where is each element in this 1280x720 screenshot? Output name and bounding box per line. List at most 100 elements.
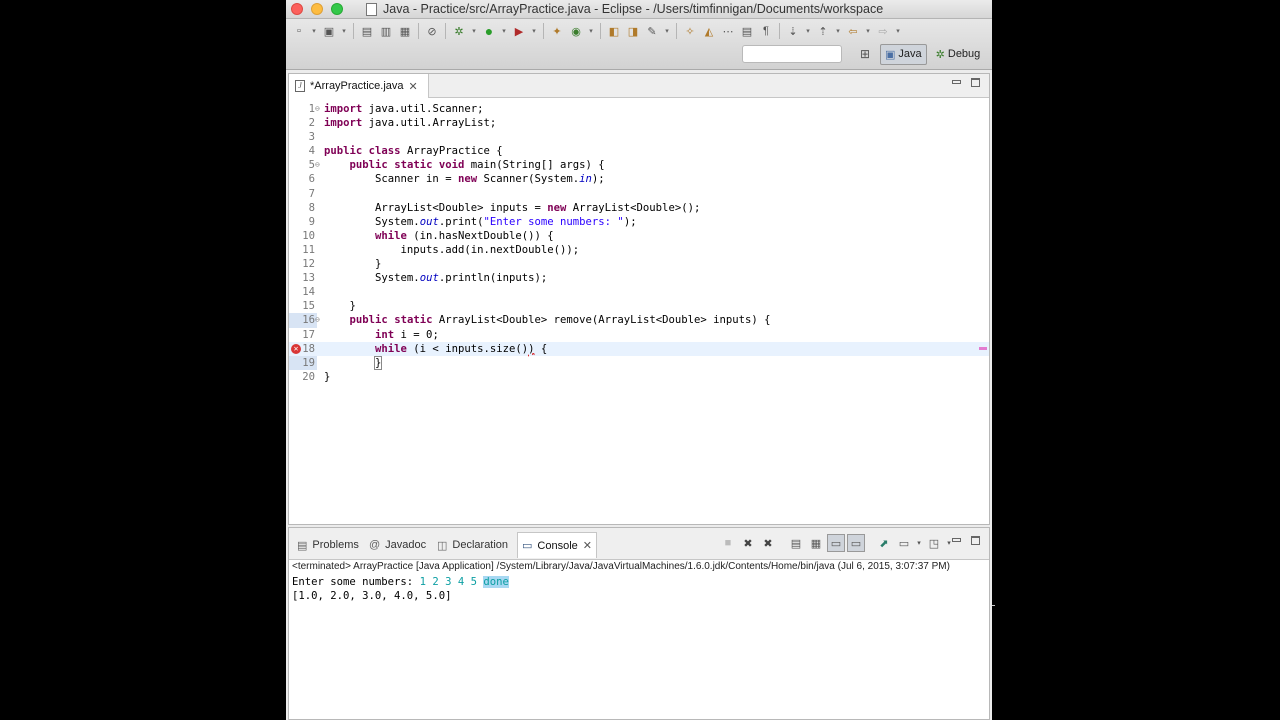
new-icon[interactable]: ▫ <box>290 22 308 40</box>
new-package-icon[interactable]: ◉ <box>567 22 585 40</box>
code-token: import <box>324 103 363 115</box>
perspective-debug[interactable]: ✲ Debug <box>931 44 986 65</box>
maximize-icon[interactable] <box>971 536 980 545</box>
code-line[interactable]: 2 import java.util.ArrayList; <box>289 116 989 130</box>
debug-icon[interactable]: ✲ <box>450 22 468 40</box>
toolbar-separator <box>445 23 446 39</box>
tab-array-practice[interactable]: J *ArrayPractice.java ✕ <box>289 74 429 98</box>
open-console-icon[interactable]: ◳ <box>925 534 943 552</box>
remove-launch-icon[interactable]: ✖ <box>739 534 757 552</box>
search-icon[interactable]: ✎ <box>643 22 661 40</box>
tab-declaration[interactable]: ◫ Declaration <box>433 532 512 558</box>
external-tools-dropdown-icon[interactable]: ▾ <box>529 22 539 40</box>
code-line[interactable]: ✕ 18 while (i < inputs.size()) { <box>289 341 989 356</box>
open-type-icon[interactable]: ◧ <box>605 22 623 40</box>
new-dropdown-icon[interactable]: ▾ <box>309 22 319 40</box>
toggle-mark-icon[interactable]: ◭ <box>700 22 718 40</box>
next-annotation-icon[interactable]: ⇣ <box>784 22 802 40</box>
tab-console[interactable]: ▭ Console ✕ <box>517 532 597 558</box>
scroll-lock-icon[interactable]: ▦ <box>807 534 825 552</box>
fold-toggle-icon[interactable]: ⊖ <box>315 158 320 172</box>
run-icon[interactable]: ● <box>480 22 498 40</box>
debug-dropdown-icon[interactable]: ▾ <box>469 22 479 40</box>
external-tools-icon[interactable]: ▶ <box>510 22 528 40</box>
new-java-project-icon[interactable]: ✦ <box>548 22 566 40</box>
maximize-icon[interactable] <box>971 78 980 87</box>
code-line[interactable]: 5 ⊖ public static void main(String[] args… <box>289 158 989 172</box>
console-output[interactable]: Enter some numbers: 1 2 3 4 5 done [1.0,… <box>292 575 509 603</box>
code-line[interactable]: 19 } <box>289 355 989 370</box>
forward-dropdown-icon[interactable]: ▾ <box>893 22 903 40</box>
search-dropdown-icon[interactable]: ▾ <box>662 22 672 40</box>
code-line[interactable]: 3 <box>289 130 989 144</box>
code-line[interactable]: 1 ⊖ import java.util.Scanner; <box>289 102 989 116</box>
close-tab-icon[interactable]: ✕ <box>409 80 418 93</box>
block-selection-icon[interactable]: ⋯ <box>719 22 737 40</box>
show-on-stdout-icon[interactable]: ▭ <box>827 534 845 552</box>
clear-console-icon[interactable]: ▤ <box>787 534 805 552</box>
code-line[interactable]: 8 ArrayList<Double> inputs = new ArrayLi… <box>289 201 989 215</box>
line-number: 20 <box>302 370 315 383</box>
code-line[interactable]: 20} <box>289 370 989 384</box>
code-token: java.util.ArrayList; <box>362 117 497 130</box>
new-class-icon[interactable]: ▣ <box>320 22 338 40</box>
overview-error-marker[interactable] <box>979 346 987 350</box>
zoom-window-button[interactable] <box>331 3 343 15</box>
display-console-dropdown-icon[interactable]: ▾ <box>915 534 923 552</box>
code-text: import java.util.ArrayList; <box>324 116 496 130</box>
forward-icon[interactable]: ⇨ <box>874 22 892 40</box>
paragraph-icon[interactable]: ¶ <box>757 22 775 40</box>
remove-all-launches-icon[interactable]: ✖ <box>759 534 777 552</box>
minimize-icon[interactable] <box>952 538 961 542</box>
perspective-java[interactable]: ▣ Java <box>880 43 927 65</box>
editor-view-buttons <box>952 78 980 87</box>
display-console-icon[interactable]: ▭ <box>895 534 913 552</box>
code-line[interactable]: 12 } <box>289 257 989 271</box>
code-line[interactable]: 14 <box>289 285 989 299</box>
prev-annotation-dropdown-icon[interactable]: ▾ <box>833 22 843 40</box>
show-on-stderr-icon[interactable]: ▭ <box>847 534 865 552</box>
code-token: inputs.add(in.nextDouble()); <box>400 243 580 256</box>
show-whitespace-icon[interactable]: ▤ <box>738 22 756 40</box>
new-package-dropdown-icon[interactable]: ▾ <box>586 22 596 40</box>
fold-toggle-icon[interactable]: ⊖ <box>315 313 320 327</box>
run-dropdown-icon[interactable]: ▾ <box>499 22 509 40</box>
minimize-icon[interactable] <box>952 80 961 84</box>
open-task-icon[interactable]: ◨ <box>624 22 642 40</box>
terminate-icon[interactable]: ■ <box>719 534 737 552</box>
prev-annotation-icon[interactable]: ⇡ <box>814 22 832 40</box>
toolbar-separator <box>543 23 544 39</box>
open-perspective-icon[interactable]: ⊞ <box>854 44 876 64</box>
fold-toggle-icon[interactable]: ⊖ <box>315 102 320 116</box>
save-icon[interactable]: ▤ <box>358 22 376 40</box>
tab-problems[interactable]: ▤ Problems <box>293 532 363 558</box>
code-line[interactable]: 11 inputs.add(in.nextDouble()); <box>289 243 989 257</box>
close-console-icon[interactable]: ✕ <box>583 539 592 552</box>
code-token: System. <box>375 215 420 228</box>
code-line[interactable]: 16 ⊖ public static ArrayList<Double> remo… <box>289 313 989 328</box>
skip-breakpoints-icon[interactable]: ⊘ <box>423 22 441 40</box>
minimize-window-button[interactable] <box>311 3 323 15</box>
tab-javadoc[interactable]: @ Javadoc <box>365 532 430 558</box>
save-all-icon[interactable]: ▥ <box>377 22 395 40</box>
new-class-dropdown-icon[interactable]: ▾ <box>339 22 349 40</box>
code-line[interactable]: 10 while (in.hasNextDouble()) { <box>289 229 989 243</box>
toggle-occurrences-icon[interactable]: ✧ <box>681 22 699 40</box>
line-number: 11 <box>302 243 315 256</box>
back-icon[interactable]: ⇦ <box>844 22 862 40</box>
code-line[interactable]: 17 int i = 0; <box>289 328 989 342</box>
code-editor[interactable]: 1 ⊖ import java.util.Scanner; 2 import java.… <box>289 102 989 384</box>
quick-access-input[interactable] <box>742 45 842 63</box>
print-icon[interactable]: ▦ <box>396 22 414 40</box>
code-line[interactable]: 7 <box>289 187 989 201</box>
pin-console-icon[interactable]: ⬈ <box>875 534 893 552</box>
back-dropdown-icon[interactable]: ▾ <box>863 22 873 40</box>
code-line[interactable]: 9 System.out.print("Enter some numbers: … <box>289 215 989 229</box>
close-window-button[interactable] <box>291 3 303 15</box>
next-annotation-dropdown-icon[interactable]: ▾ <box>803 22 813 40</box>
code-line[interactable]: 13 System.out.println(inputs); <box>289 271 989 285</box>
code-line[interactable]: 4 public class ArrayPractice { <box>289 144 989 158</box>
console-prompt: Enter some numbers: <box>292 576 420 588</box>
code-line[interactable]: 6 Scanner in = new Scanner(System.in); <box>289 172 989 186</box>
code-line[interactable]: 15 } <box>289 299 989 313</box>
